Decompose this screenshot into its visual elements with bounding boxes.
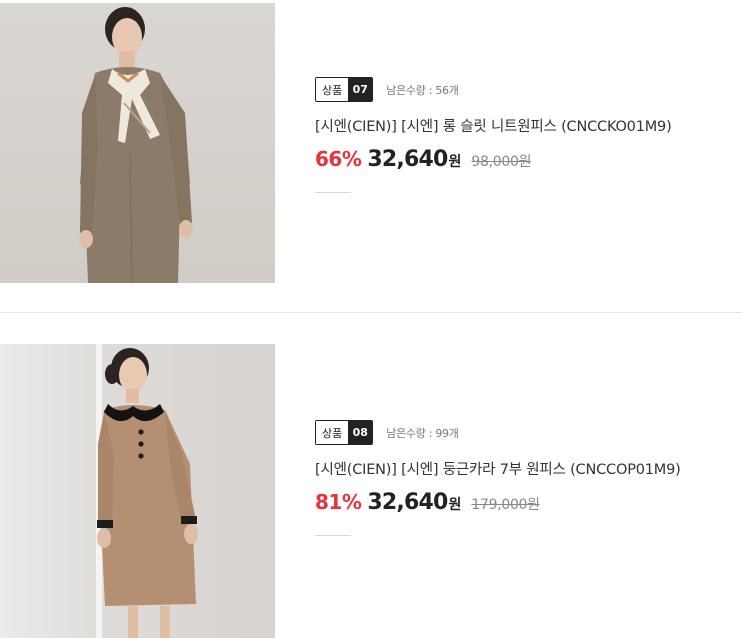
badge-row: 상품 08 남은수량 : 99개 (315, 420, 681, 445)
price-row: 66% 32,640 원 98,000원 (315, 147, 672, 172)
sale-price-unit: 원 (448, 497, 462, 513)
badge-number: 07 (348, 78, 373, 101)
product-image[interactable] (0, 3, 275, 283)
product-number-badge: 상품 08 (315, 420, 374, 445)
original-price-value: 98,000 (471, 154, 519, 170)
product-title-link[interactable]: [시엔(CIEN)] [시엔] 롱 슬릿 니트원피스 (CNCCKO01M9) (315, 115, 672, 136)
sale-price: 32,640 (367, 147, 448, 172)
badge-row: 상품 07 남은수량 : 56개 (315, 77, 672, 102)
product-number-badge: 상품 07 (315, 77, 374, 102)
original-price-unit: 원 (527, 497, 540, 513)
product-card[interactable]: 상품 07 남은수량 : 56개 [시엔(CIEN)] [시엔] 롱 슬릿 니트… (0, 0, 742, 312)
badge-number: 08 (348, 421, 373, 444)
sale-price: 32,640 (367, 490, 448, 515)
remaining-quantity: 남은수량 : 56개 (386, 83, 459, 97)
original-price: 179,000원 (471, 494, 540, 514)
badge-label: 상품 (316, 421, 349, 444)
original-price: 98,000원 (471, 151, 531, 171)
original-price-value: 179,000 (471, 497, 528, 513)
product-info: 상품 07 남은수량 : 56개 [시엔(CIEN)] [시엔] 롱 슬릿 니트… (315, 77, 672, 193)
divider-short (315, 192, 351, 193)
product-image[interactable] (0, 344, 275, 638)
divider-short (315, 535, 351, 536)
sale-price-unit: 원 (448, 154, 462, 170)
original-price-unit: 원 (518, 154, 532, 170)
badge-label: 상품 (316, 78, 349, 101)
product-title-link[interactable]: [시엔(CIEN)] [시엔] 둥근카라 7부 원피스 (CNCCOP01M9) (315, 458, 681, 479)
remaining-quantity: 남은수량 : 99개 (386, 426, 459, 440)
product-info: 상품 08 남은수량 : 99개 [시엔(CIEN)] [시엔] 둥근카라 7부… (315, 420, 681, 536)
price-row: 81% 32,640 원 179,000원 (315, 490, 681, 515)
discount-rate: 66% (315, 147, 362, 171)
discount-rate: 81% (315, 490, 362, 514)
product-card[interactable]: 상품 08 남은수량 : 99개 [시엔(CIEN)] [시엔] 둥근카라 7부… (0, 313, 742, 638)
